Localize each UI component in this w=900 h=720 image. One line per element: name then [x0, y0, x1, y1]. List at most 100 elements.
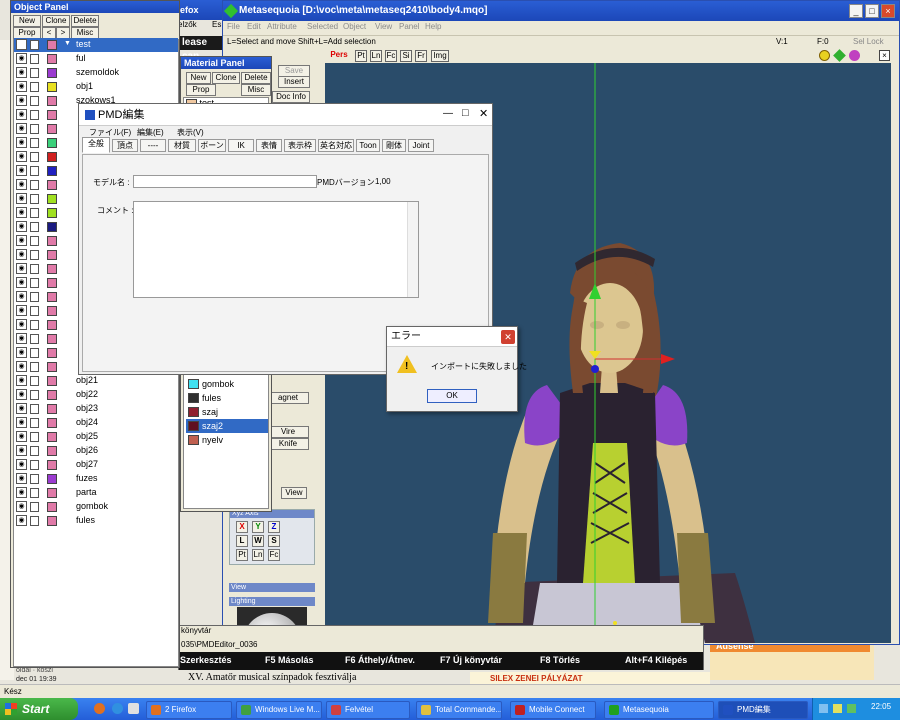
tray-icon[interactable]: [819, 704, 828, 713]
lock-checkbox[interactable]: [30, 432, 39, 442]
lock-checkbox[interactable]: [30, 222, 39, 232]
object-color-swatch[interactable]: [47, 390, 57, 400]
lock-checkbox[interactable]: [30, 418, 39, 428]
object-color-swatch[interactable]: [47, 292, 57, 302]
object-row[interactable]: ◉ obj25: [14, 430, 178, 444]
visibility-eye-icon[interactable]: ◉: [16, 67, 27, 78]
visibility-eye-icon[interactable]: ◉: [16, 501, 27, 512]
sel-lock-button[interactable]: Sel Lock: [853, 36, 884, 48]
pmd-maximize-button[interactable]: □: [462, 107, 469, 119]
pmd-menu-edit[interactable]: 編集(E): [137, 126, 164, 139]
view-button[interactable]: View: [281, 487, 307, 499]
object-row[interactable]: ◉ obj21: [14, 374, 178, 388]
object-color-swatch[interactable]: [47, 264, 57, 274]
object-color-swatch[interactable]: [47, 110, 57, 120]
clock[interactable]: 22:05: [871, 702, 891, 711]
pmd-tab[interactable]: 剛体: [382, 139, 406, 152]
knife-button[interactable]: Knife: [267, 438, 309, 450]
lock-checkbox[interactable]: [30, 516, 39, 526]
view-ln-button[interactable]: Ln: [370, 50, 382, 62]
tc-newdir-key[interactable]: F7 Új könyvtár: [440, 655, 502, 665]
menu-selected[interactable]: Selected: [307, 22, 338, 31]
visibility-eye-icon[interactable]: ◉: [16, 305, 27, 316]
axis-s-button[interactable]: S: [268, 535, 280, 547]
zoom-icon[interactable]: [819, 50, 830, 61]
quicklaunch-firefox-icon[interactable]: [94, 703, 105, 714]
object-color-swatch[interactable]: [47, 278, 57, 288]
material-new-button[interactable]: New: [186, 72, 211, 84]
lock-checkbox[interactable]: [30, 250, 39, 260]
visibility-eye-icon[interactable]: ◉: [16, 235, 27, 246]
material-row[interactable]: gombok: [186, 377, 268, 391]
lock-checkbox[interactable]: [30, 488, 39, 498]
magnet-button[interactable]: agnet: [267, 392, 309, 404]
object-row[interactable]: ◉ obj24: [14, 416, 178, 430]
visibility-eye-icon[interactable]: ◉: [16, 333, 27, 344]
lock-checkbox[interactable]: [30, 208, 39, 218]
visibility-eye-icon[interactable]: ◉: [16, 487, 27, 498]
comment-textarea[interactable]: [133, 201, 419, 298]
lock-checkbox[interactable]: [30, 124, 39, 134]
object-color-swatch[interactable]: [47, 404, 57, 414]
object-color-swatch[interactable]: [47, 180, 57, 190]
object-row[interactable]: ◉ fules: [14, 514, 178, 528]
axis-w-button[interactable]: W: [252, 535, 264, 547]
lock-checkbox[interactable]: [30, 236, 39, 246]
model-name-input[interactable]: [133, 175, 317, 188]
material-row[interactable]: nyelv: [186, 433, 268, 447]
menu-panel[interactable]: Panel: [399, 22, 419, 31]
object-color-swatch[interactable]: [47, 138, 57, 148]
object-color-swatch[interactable]: [47, 460, 57, 470]
material-clone-button[interactable]: Clone: [212, 72, 240, 84]
menu-attribute[interactable]: Attribute: [267, 22, 297, 31]
visibility-eye-icon[interactable]: ◉: [16, 137, 27, 148]
lock-checkbox[interactable]: [30, 404, 39, 414]
view-si-button[interactable]: Si: [400, 50, 412, 62]
lock-checkbox[interactable]: [30, 502, 39, 512]
lock-checkbox[interactable]: [30, 54, 39, 64]
view-close-icon[interactable]: ×: [879, 50, 890, 61]
object-color-swatch[interactable]: [47, 152, 57, 162]
view-pt-button[interactable]: Pt: [355, 50, 367, 62]
material-row[interactable]: fules: [186, 391, 268, 405]
pmd-tab[interactable]: Toon: [356, 139, 380, 152]
taskbar-button[interactable]: Felvétel: [326, 701, 410, 719]
visibility-eye-icon[interactable]: ◉: [16, 193, 27, 204]
lock-checkbox[interactable]: [30, 390, 39, 400]
visibility-eye-icon[interactable]: ◉: [16, 445, 27, 456]
minimize-button[interactable]: _: [849, 4, 863, 18]
object-color-swatch[interactable]: [47, 166, 57, 176]
lock-checkbox[interactable]: [30, 460, 39, 470]
error-ok-button[interactable]: OK: [427, 389, 477, 403]
visibility-eye-icon[interactable]: ◉: [16, 417, 27, 428]
material-row[interactable]: szaj2: [186, 419, 268, 433]
pmd-tab[interactable]: 表示枠: [284, 139, 316, 152]
pmd-tab[interactable]: IK: [228, 139, 254, 152]
menu-object[interactable]: Object: [343, 22, 366, 31]
visibility-eye-icon[interactable]: ◉: [16, 39, 27, 50]
close-button[interactable]: ×: [881, 4, 895, 18]
pmd-minimize-button[interactable]: —: [443, 108, 453, 119]
view-img-button[interactable]: Img: [431, 50, 449, 62]
visibility-eye-icon[interactable]: ◉: [16, 361, 27, 372]
visibility-eye-icon[interactable]: ◉: [16, 277, 27, 288]
pmd-menu-view[interactable]: 表示(V): [177, 126, 204, 139]
axis-x-button[interactable]: X: [236, 521, 248, 533]
mode-ln-button[interactable]: Ln: [252, 549, 264, 561]
menu-view[interactable]: View: [375, 22, 392, 31]
expand-triangle-icon[interactable]: ▼: [64, 40, 71, 47]
wire-button[interactable]: Vire: [267, 426, 309, 438]
pmd-tab[interactable]: Joint: [408, 139, 434, 152]
quicklaunch-ie-icon[interactable]: [112, 703, 123, 714]
object-row[interactable]: ◉ obj27: [14, 458, 178, 472]
lock-checkbox[interactable]: [30, 138, 39, 148]
object-color-swatch[interactable]: [47, 376, 57, 386]
material-misc-button[interactable]: Misc: [241, 84, 271, 96]
error-close-button[interactable]: ✕: [501, 330, 515, 344]
lock-checkbox[interactable]: [30, 446, 39, 456]
object-row[interactable]: ◉ fuzes: [14, 472, 178, 486]
axis-l-button[interactable]: L: [236, 535, 248, 547]
visibility-eye-icon[interactable]: ◉: [16, 473, 27, 484]
lock-checkbox[interactable]: [30, 292, 39, 302]
lock-checkbox[interactable]: [30, 474, 39, 484]
